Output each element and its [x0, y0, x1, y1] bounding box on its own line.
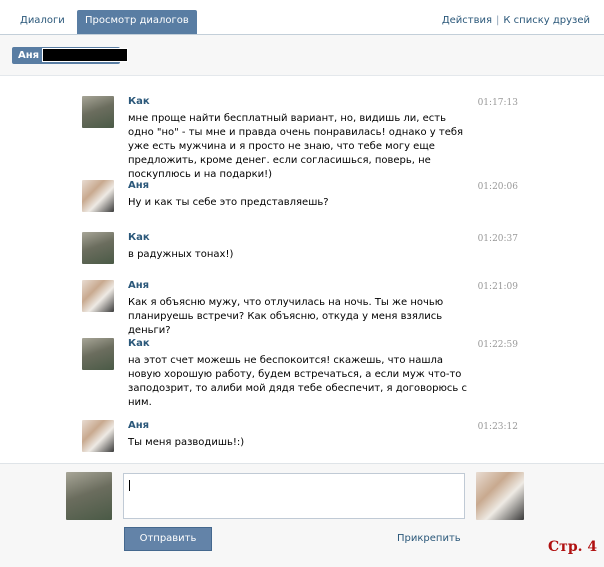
message-text: мне проще найти бесплатный вариант, но, …	[128, 113, 464, 180]
message-feed: Как 01:17:13 мне проще найти бесплатный …	[0, 76, 604, 464]
message-time: 01:17:13	[477, 98, 518, 108]
message-author[interactable]: Как	[128, 232, 150, 243]
message-text: Ну и как ты себе это представляешь?	[128, 197, 329, 208]
avatar[interactable]	[82, 420, 114, 452]
message-item: Аня 01:20:06 Ну и как ты себе это предст…	[82, 180, 522, 220]
avatar[interactable]	[82, 96, 114, 128]
message-item: Как 01:22:59 на этот счет можешь не бесп…	[82, 338, 522, 408]
filter-bar: Аня	[0, 35, 604, 76]
message-item: Аня 01:21:09 Как я объясню мужу, что отл…	[82, 280, 522, 336]
message-time: 01:21:09	[477, 282, 518, 292]
message-input[interactable]	[123, 473, 465, 519]
contact-chip[interactable]: Аня	[12, 47, 128, 64]
my-avatar[interactable]	[66, 472, 112, 520]
message-author[interactable]: Аня	[128, 280, 149, 291]
message-item: Аня 01:23:12 Ты меня разводишь!:)	[82, 420, 522, 460]
send-button[interactable]: Отправить	[124, 527, 212, 551]
message-time: 01:20:37	[477, 234, 518, 244]
message-author[interactable]: Как	[128, 338, 150, 349]
top-tab-bar: Диалоги Просмотр диалогов Действия | К спи…	[0, 0, 604, 35]
redaction-bar	[42, 48, 128, 62]
message-time: 01:20:06	[477, 182, 518, 192]
actions-link[interactable]: Действия	[442, 15, 492, 26]
message-author[interactable]: Аня	[128, 180, 149, 191]
recipient-avatar[interactable]	[476, 472, 524, 520]
avatar[interactable]	[82, 180, 114, 212]
attach-link[interactable]: Прикрепить	[397, 533, 461, 544]
message-item: Как 01:17:13 мне проще найти бесплатный …	[82, 96, 522, 180]
message-text: Как я объясню мужу, что отлучилась на но…	[128, 297, 444, 336]
separator: |	[496, 15, 500, 26]
avatar[interactable]	[82, 280, 114, 312]
message-text: на этот счет можешь не беспокоится! скаж…	[128, 355, 467, 408]
tab-view-dialogs[interactable]: Просмотр диалогов	[77, 10, 197, 34]
header-actions: Действия | К списку друзей	[442, 15, 590, 26]
avatar[interactable]	[82, 232, 114, 264]
contact-chip-label: Аня	[18, 50, 40, 61]
tab-dialogs[interactable]: Диалоги	[12, 10, 73, 32]
message-text: в радужных тонах!)	[128, 249, 234, 260]
text-caret	[129, 480, 130, 491]
message-author[interactable]: Как	[128, 96, 150, 107]
avatar[interactable]	[82, 338, 114, 370]
message-time: 01:22:59	[477, 340, 518, 350]
message-time: 01:23:12	[477, 422, 518, 432]
message-composer: Отправить Прикрепить	[0, 463, 604, 567]
message-item: Как 01:20:37 в радужных тонах!)	[82, 232, 522, 272]
message-author[interactable]: Аня	[128, 420, 149, 431]
page-number-mark: Стр. 4	[548, 539, 598, 555]
message-text: Ты меня разводишь!:)	[128, 437, 245, 448]
to-friends-link[interactable]: К списку друзей	[503, 15, 590, 26]
